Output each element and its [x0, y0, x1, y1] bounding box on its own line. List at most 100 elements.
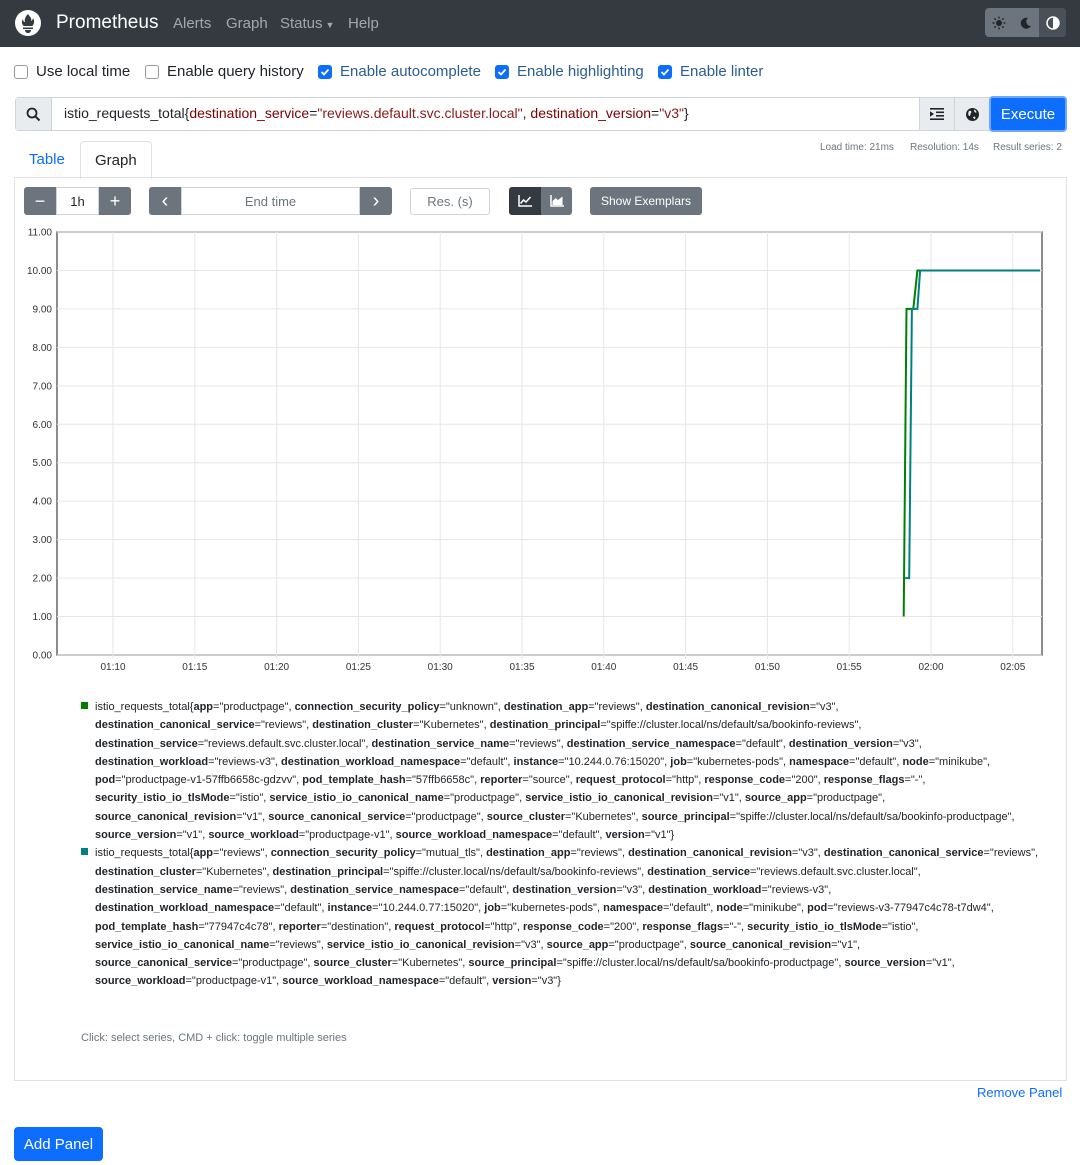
- enable-autocomplete-option[interactable]: Enable autocomplete: [318, 63, 481, 80]
- legend-label-key: destination_service: [647, 865, 750, 878]
- enable-highlighting-checkbox[interactable]: [495, 64, 509, 79]
- end-time-input[interactable]: End time: [181, 187, 360, 215]
- legend-label-key: source_app: [546, 938, 609, 951]
- legend-label-key: pod_template_hash: [302, 774, 406, 787]
- remove-panel-link[interactable]: Remove Panel: [977, 1085, 1062, 1100]
- tab-graph[interactable]: Graph: [80, 141, 152, 179]
- graph-chart[interactable]: 0.00 1.00 2.00 3.00 4.00 5.00 6.00 7.00 8.00 9.00…: [24, 226, 1054, 680]
- brand-title[interactable]: Prometheus: [56, 12, 158, 34]
- light-theme-button[interactable]: [985, 8, 1012, 37]
- legend-label-value: ="destination": [320, 920, 389, 933]
- execute-button[interactable]: Execute: [989, 96, 1067, 132]
- auto-theme-button[interactable]: [1039, 8, 1066, 37]
- nav-graph[interactable]: Graph: [226, 15, 268, 32]
- indent-icon: [930, 108, 944, 120]
- add-panel-button[interactable]: Add Panel: [14, 1127, 103, 1161]
- range-input[interactable]: 1h: [56, 187, 99, 215]
- resolution-input[interactable]: Res. (s): [410, 188, 490, 215]
- legend-label-value: ="productpage": [806, 792, 883, 805]
- legend-label-key: response_code: [704, 774, 786, 787]
- legend-label-value: ="mutual_tls": [415, 847, 480, 860]
- increase-range-button[interactable]: +: [99, 187, 131, 215]
- legend-label-value: ="spiffe://cluster.local/ns/default/sa/b…: [729, 810, 1012, 823]
- legend-label-key: destination_workload: [95, 755, 209, 768]
- x-tick-label: 02:00: [918, 662, 943, 673]
- legend-label-key: service_istio_io_canonical_name: [95, 938, 270, 951]
- previous-time-button[interactable]: ‹: [149, 187, 181, 215]
- contrast-icon: [1045, 15, 1060, 30]
- use-local-time-option[interactable]: Use local time: [14, 63, 130, 80]
- legend-label-value: ="reviews.default.svc.cluster.local": [197, 737, 366, 750]
- nav-alerts[interactable]: Alerts: [173, 15, 211, 32]
- legend-label-key: destination_canonical_revision: [645, 701, 810, 713]
- legend-label-value: ="reviews": [588, 701, 640, 713]
- enable-query-history-option[interactable]: Enable query history: [145, 63, 304, 80]
- legend-label-key: job: [670, 755, 687, 768]
- y-tick-label: 4.00: [33, 497, 53, 508]
- legend-label-key: namespace: [603, 902, 664, 915]
- legend-label-key: destination_service: [95, 737, 198, 750]
- legend-label-value: ="istio": [881, 920, 916, 933]
- legend-label-value: ="productpage": [608, 938, 684, 951]
- legend-label-value: ="-": [723, 920, 741, 933]
- enable-highlighting-option[interactable]: Enable highlighting: [495, 63, 644, 80]
- legend-label-key: pod_template_hash: [95, 920, 199, 933]
- nav-help[interactable]: Help: [348, 15, 379, 32]
- tab-table[interactable]: Table: [15, 141, 79, 179]
- stacked-chart-button[interactable]: [541, 187, 572, 215]
- format-query-button[interactable]: [919, 98, 954, 130]
- show-exemplars-button[interactable]: Show Exemplars: [590, 187, 702, 215]
- legend-label-key: source_canonical_service: [95, 957, 232, 970]
- series-color-swatch: [81, 702, 88, 709]
- x-axis-ticks: 01:10 01:15 01:20 01:25 01:30 01:35 01:40 01:45…: [100, 662, 1025, 673]
- line-chart-button[interactable]: [509, 187, 541, 215]
- enable-linter-checkbox[interactable]: [658, 64, 672, 79]
- nav-status[interactable]: Status ▼: [280, 15, 334, 32]
- use-local-time-checkbox[interactable]: [14, 64, 28, 79]
- dark-theme-button[interactable]: [1012, 8, 1039, 37]
- legend-label-value: ="10.244.0.76:15020": [558, 755, 665, 768]
- legend-label-value: ="v3": [616, 883, 643, 896]
- legend-label-key: version: [492, 975, 532, 988]
- decrease-range-button[interactable]: −: [24, 187, 56, 215]
- legend-label-value: ="v3": [809, 701, 836, 713]
- enable-autocomplete-checkbox[interactable]: [318, 64, 332, 79]
- legend-label-value: ="reviews-v3-77947c4c78-t7dw4": [827, 902, 991, 915]
- legend-label-key: source_principal: [468, 957, 557, 970]
- legend-label-key: destination_service_namespace: [566, 737, 736, 750]
- y-tick-label: 1.00: [33, 612, 53, 623]
- y-tick-label: 7.00: [33, 381, 53, 392]
- y-tick-label: 0.00: [33, 651, 53, 662]
- legend-label-key: instance: [513, 755, 559, 768]
- y-tick-label: 8.00: [33, 343, 53, 354]
- plot-area: [56, 231, 1043, 656]
- legend-item[interactable]: istio_requests_total{app="productpage", …: [80, 698, 1040, 844]
- prometheus-logo-icon[interactable]: [14, 9, 42, 37]
- legend-label-value: ="productpage-v1-57ffb6658c-gdzvv": [115, 774, 297, 787]
- legend-label-key: destination_app: [503, 701, 589, 713]
- y-tick-label: 11.00: [28, 228, 53, 239]
- legend-label-value: ="productpage-v1": [298, 829, 390, 842]
- legend-label-value: ="reviews": [983, 847, 1036, 860]
- metrics-explorer-button[interactable]: [954, 98, 989, 130]
- legend-label-key: destination_workload: [648, 883, 762, 896]
- query-input[interactable]: istio_requests_total{destination_service…: [52, 98, 919, 130]
- legend-label-key: app: [193, 847, 214, 860]
- legend-label-key: source_canonical_revision: [689, 938, 832, 951]
- legend-label-value: ="57ffb6658c": [405, 774, 475, 787]
- series-color-swatch: [81, 848, 88, 856]
- moon-icon: [1020, 17, 1031, 29]
- legend-item[interactable]: istio_requests_total{app="reviews", conn…: [80, 844, 1040, 990]
- enable-query-history-checkbox[interactable]: [145, 64, 159, 79]
- enable-linter-option[interactable]: Enable linter: [658, 63, 763, 80]
- chart-svg: 0.00 1.00 2.00 3.00 4.00 5.00 6.00 7.00 8.00 9.00…: [27, 228, 1043, 673]
- legend-label-value: ="default": [274, 902, 322, 915]
- legend-label-key: destination_version: [512, 883, 617, 896]
- load-time: Load time: 21ms: [820, 142, 894, 153]
- legend-label-key: destination_version: [788, 737, 893, 750]
- legend-label-key: request_protocol: [575, 774, 666, 787]
- nav-status-label: Status: [280, 15, 323, 32]
- legend-label-value: ="unknown": [439, 701, 498, 713]
- next-time-button[interactable]: ›: [360, 187, 392, 215]
- line-chart-icon: [518, 195, 532, 207]
